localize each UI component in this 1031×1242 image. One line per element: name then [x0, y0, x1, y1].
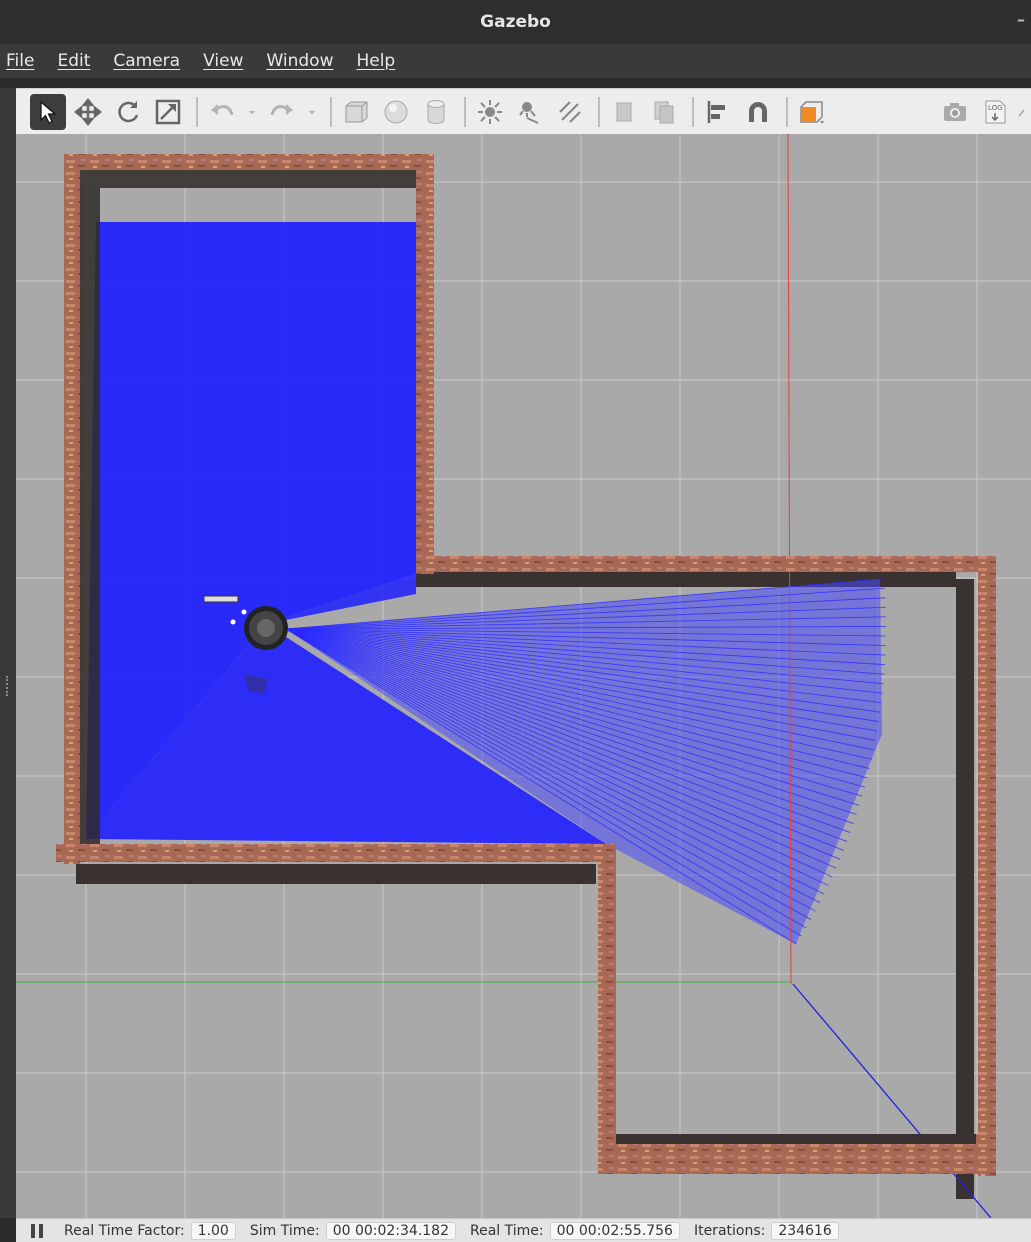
wall-top — [64, 154, 434, 170]
real-time-factor-label: Real Time Factor: — [64, 1222, 185, 1239]
log-button[interactable]: LOG — [977, 94, 1013, 130]
select-mode-button[interactable] — [30, 93, 66, 130]
panel-resize-handle[interactable] — [6, 676, 10, 696]
log-icon: LOG — [985, 100, 1006, 123]
view-angle-button[interactable] — [794, 94, 830, 130]
menu-window[interactable]: Window — [266, 51, 333, 71]
align-icon — [707, 100, 725, 123]
chevron-down-icon — [248, 110, 256, 114]
screenshot-button[interactable] — [937, 94, 973, 130]
translate-mode-button[interactable] — [70, 94, 106, 130]
toolbar-separator — [196, 96, 198, 127]
status-bar: Real Time Factor: 1.00 Sim Time: 00 00:0… — [16, 1218, 1031, 1242]
pause-icon — [31, 1223, 35, 1238]
scene-canvas[interactable] — [16, 134, 1031, 1218]
window-titlebar: Gazebo – — [0, 0, 1031, 44]
wall-right — [978, 556, 996, 1176]
insert-spot-light-button[interactable] — [512, 94, 548, 130]
copy-button[interactable] — [606, 94, 642, 130]
real-time-factor-value: 1.00 — [190, 1221, 236, 1240]
real-time-value: 00 00:02:55.756 — [549, 1221, 680, 1240]
wall-middle-horizontal — [416, 556, 996, 572]
undo-history-button[interactable] — [244, 94, 260, 130]
translate-icon — [74, 97, 102, 126]
wall-left — [64, 154, 80, 864]
insert-sphere-button[interactable] — [378, 94, 414, 130]
laser-scan — [86, 222, 886, 945]
rotate-icon — [118, 100, 139, 122]
directional-light-icon — [559, 100, 581, 123]
cylinder-icon — [427, 99, 445, 124]
toolbar-separator — [786, 96, 788, 127]
left-panel-collapsed — [0, 88, 16, 1218]
paste-button[interactable] — [646, 94, 682, 130]
point-light-icon — [478, 99, 502, 124]
iterations-label: Iterations: — [693, 1222, 766, 1239]
iterations-value: 234616 — [771, 1221, 839, 1240]
menu-file[interactable]: File — [6, 51, 34, 71]
menu-edit[interactable]: Edit — [57, 51, 90, 71]
chevron-down-icon — [308, 110, 316, 114]
wall-inner-vertical — [416, 154, 434, 574]
insert-point-light-button[interactable] — [472, 94, 508, 130]
spot-light-icon — [519, 101, 539, 124]
pause-button[interactable] — [24, 1223, 50, 1238]
insert-cylinder-button[interactable] — [418, 94, 454, 130]
redo-history-button[interactable] — [304, 94, 320, 130]
select-arrow-icon — [40, 100, 57, 124]
paste-icon — [654, 101, 674, 123]
minimize-button[interactable]: – — [1017, 10, 1025, 29]
wall-inner-lower — [598, 844, 616, 1174]
undo-icon — [211, 103, 234, 115]
undo-button[interactable] — [204, 94, 240, 130]
screenshot-icon — [944, 102, 966, 121]
snap-icon — [749, 101, 767, 122]
3d-scene-viewport[interactable] — [16, 134, 1031, 1218]
menu-view[interactable]: View — [203, 51, 243, 71]
copy-icon — [616, 102, 632, 121]
sim-time-value: 00 00:02:34.182 — [325, 1221, 457, 1240]
align-button[interactable] — [700, 94, 736, 130]
toolbar-separator — [692, 96, 694, 127]
toolbar-separator — [598, 96, 600, 127]
sim-time-label: Sim Time: — [249, 1222, 320, 1239]
menu-camera[interactable]: Camera — [113, 51, 180, 71]
toolbar-separator — [330, 96, 332, 127]
menu-bar: File Edit Camera View Window Help — [0, 44, 1031, 78]
toolbar-overflow-button[interactable] — [1017, 94, 1031, 130]
scale-mode-button[interactable] — [150, 94, 186, 130]
insert-box-button[interactable] — [338, 94, 374, 130]
scale-icon — [155, 99, 181, 124]
rotate-mode-button[interactable] — [110, 94, 146, 130]
chevron-right-icon — [1018, 109, 1025, 116]
redo-button[interactable] — [264, 94, 300, 130]
view-angle-icon — [800, 100, 824, 124]
menu-help[interactable]: Help — [356, 51, 395, 71]
svg-text:LOG: LOG — [988, 104, 1003, 112]
redo-icon — [270, 103, 293, 115]
sphere-icon — [384, 100, 408, 123]
insert-directional-light-button[interactable] — [552, 94, 588, 130]
window-title: Gazebo — [480, 12, 551, 32]
box-icon — [345, 101, 368, 122]
toolbar: LOG — [16, 88, 1031, 134]
wall-bottom-left — [56, 844, 612, 862]
real-time-label: Real Time: — [470, 1222, 544, 1239]
toolbar-separator — [464, 96, 466, 127]
snap-button[interactable] — [740, 94, 776, 130]
